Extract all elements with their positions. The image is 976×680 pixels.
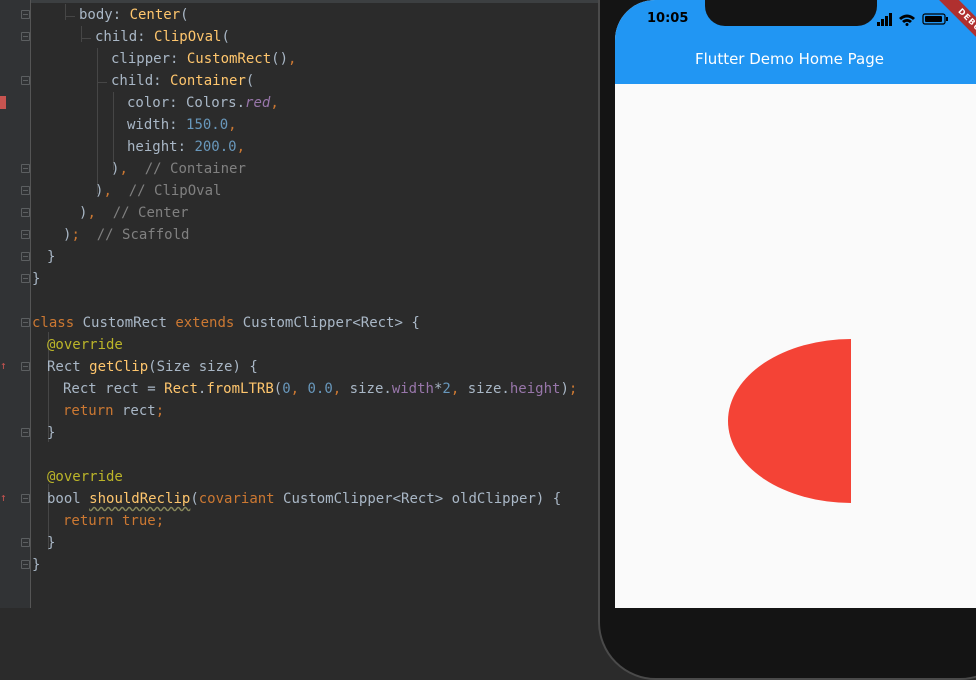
fold-icon[interactable] (21, 32, 30, 41)
fold-icon[interactable] (21, 560, 30, 569)
battery-icon (922, 13, 948, 25)
clipped-container (728, 339, 851, 503)
fold-icon[interactable] (21, 428, 30, 437)
fold-icon[interactable] (21, 252, 30, 261)
indent-guide (81, 26, 82, 42)
indent-guide (97, 82, 107, 83)
code-line: width: 150.0, (127, 117, 237, 133)
fold-icon[interactable] (21, 318, 30, 327)
indent-guide (97, 48, 98, 194)
fold-icon[interactable] (21, 208, 30, 217)
editor-gutter: ↑ ↑ (0, 0, 31, 608)
code-line: return rect; (63, 403, 165, 419)
red-oval-shape (728, 339, 851, 503)
code-line: ), // Center (79, 205, 189, 221)
code-line: height: 200.0, (127, 139, 246, 155)
breakpoint-marker[interactable] (0, 96, 6, 109)
app-bar: 10:05 Flutter Demo Home Page (615, 0, 976, 84)
code-line: color: Colors.red, (127, 95, 279, 111)
fold-icon[interactable] (21, 538, 30, 547)
code-line: @override (47, 337, 123, 353)
code-line: return true; (63, 513, 165, 529)
fold-icon[interactable] (21, 274, 30, 283)
phone-screen[interactable]: 10:05 Flutter Demo Home Page DEBUG (615, 0, 976, 608)
code-line: } (47, 535, 56, 551)
code-line: ), // ClipOval (95, 183, 222, 199)
fold-icon[interactable] (21, 164, 30, 173)
code-line: child: ClipOval( (95, 29, 230, 45)
fold-icon[interactable] (21, 76, 30, 85)
code-line: Rect rect = Rect.fromLTRB(0, 0.0, size.w… (63, 381, 578, 397)
status-bar-time: 10:05 (647, 11, 689, 26)
status-bar-icons (877, 13, 948, 26)
code-line: clipper: CustomRect(), (111, 51, 297, 67)
indent-guide (65, 16, 75, 17)
indent-guide (65, 4, 66, 20)
fold-icon[interactable] (21, 362, 30, 371)
code-line: } (32, 271, 41, 287)
code-line: bool shouldReclip(covariant CustomClippe… (47, 491, 562, 507)
code-line: body: Center( (79, 7, 189, 23)
fold-icon[interactable] (21, 186, 30, 195)
fold-icon[interactable] (21, 10, 30, 19)
override-marker-icon[interactable]: ↑ (0, 492, 9, 504)
phone-notch (705, 0, 877, 26)
code-line: } (47, 249, 56, 265)
fold-icon[interactable] (21, 230, 30, 239)
code-line: } (32, 557, 41, 573)
code-line: ), // Container (111, 161, 246, 177)
signal-icon (877, 13, 892, 26)
fold-icon[interactable] (21, 494, 30, 503)
code-line: @override (47, 469, 123, 485)
appbar-title: Flutter Demo Home Page (695, 50, 884, 68)
code-line: class CustomRect extends CustomClipper<R… (32, 315, 420, 331)
indent-guide (81, 38, 91, 39)
code-line: } (47, 425, 56, 441)
wifi-icon (899, 14, 915, 26)
override-marker-icon[interactable]: ↑ (0, 360, 9, 372)
code-line: ); // Scaffold (63, 227, 190, 243)
code-line: child: Container( (111, 73, 255, 89)
code-line: Rect getClip(Size size) { (47, 359, 258, 375)
